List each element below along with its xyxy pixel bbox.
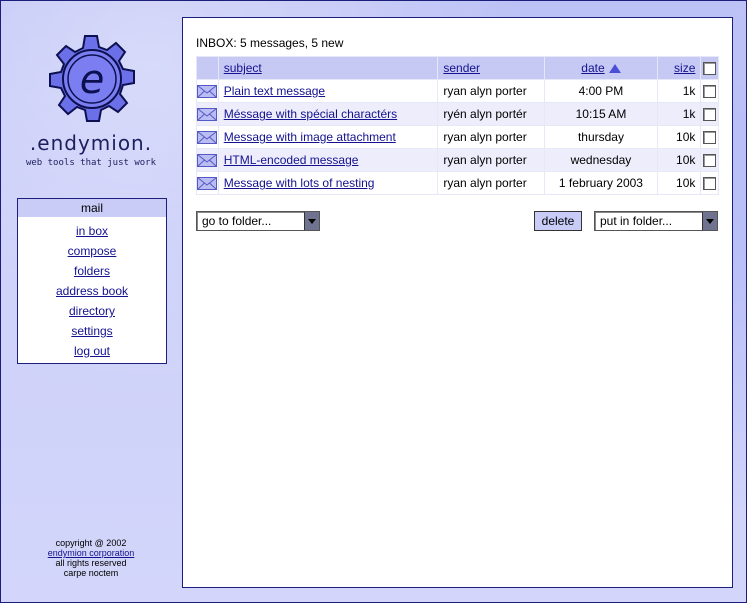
message-size: 10k [657,149,701,171]
message-size: 10k [657,126,701,148]
delete-button[interactable]: delete [534,211,582,231]
message-sender: ryan alyn porter [438,149,545,171]
go-to-folder-select[interactable]: go to folder... [196,211,320,231]
message-sender: ryan alyn porter [438,172,545,194]
sort-by-sender-link[interactable]: sender [443,61,480,75]
brand-name: .endymion. [29,131,153,155]
message-subject-link[interactable]: Méssage with spécial charactérs [224,107,397,121]
table-row[interactable]: Message with image attachment ryan alyn … [197,126,718,148]
message-checkbox[interactable] [703,108,717,122]
message-checkbox[interactable] [703,177,717,191]
inbox-title: INBOX: 5 messages, 5 new [196,36,344,50]
message-subject-link[interactable]: Plain text message [224,84,325,98]
sort-by-subject-link[interactable]: subject [224,61,262,75]
envelope-icon [197,177,218,191]
message-subject-link[interactable]: HTML-encoded message [224,153,359,167]
header-select-all [701,57,718,79]
message-sender: ryan alyn porter [438,80,545,102]
envelope-icon [197,131,218,145]
message-checkbox[interactable] [703,154,717,168]
message-date: 4:00 PM [545,80,657,102]
header-sender: sender [438,57,545,79]
logo-letter: e [80,57,105,103]
message-size: 1k [657,103,701,125]
put-in-folder-select[interactable]: put in folder... [594,211,718,231]
chevron-down-icon[interactable] [304,212,319,230]
select-all-checkbox[interactable] [703,62,717,76]
sort-by-size-link[interactable]: size [674,61,695,75]
mail-nav-panel: mail in box compose folders address book… [17,198,167,364]
header-icon-cell [197,57,218,79]
copyright-text: copyright @ 2002 [55,538,127,548]
app-frame: e .endymion. web tools that just work ma… [0,0,747,603]
put-in-folder-label: put in folder... [600,214,673,228]
header-subject: subject [218,57,438,79]
message-sender: ryén alyn portér [438,103,545,125]
message-size: 1k [657,80,701,102]
message-date: 10:15 AM [545,103,657,125]
sort-ascending-icon[interactable] [608,64,621,73]
message-date: thursday [545,126,657,148]
header-date: date [545,57,657,79]
go-to-folder-label: go to folder... [202,214,272,228]
message-table: subject sender date size Plain text mess… [196,56,719,195]
envelope-icon [197,108,218,122]
table-row[interactable]: HTML-encoded message ryan alyn porter we… [197,149,718,171]
table-header-row: subject sender date size [197,57,718,79]
nav-link-folders[interactable]: folders [74,264,110,278]
message-date: wednesday [545,149,657,171]
copyright-footer: copyright @ 2002 endymion corporation al… [1,538,181,578]
table-row[interactable]: Message with lots of nesting ryan alyn p… [197,172,718,194]
inbox-panel: INBOX: 5 messages, 5 new subject sender … [182,17,733,588]
company-link[interactable]: endymion corporation [48,548,135,558]
nav-link-directory[interactable]: directory [69,304,115,318]
nav-link-log-out[interactable]: log out [74,344,110,358]
chevron-down-icon[interactable] [702,212,717,230]
nav-link-inbox[interactable]: in box [76,224,108,238]
message-subject-link[interactable]: Message with image attachment [224,130,396,144]
message-subject-link[interactable]: Message with lots of nesting [224,176,375,190]
message-sender: ryan alyn porter [438,126,545,148]
table-row[interactable]: Plain text message ryan alyn porter 4:00… [197,80,718,102]
envelope-icon [197,154,218,168]
brand-tagline: web tools that just work [25,158,157,168]
nav-header: mail [18,199,166,217]
table-row[interactable]: Méssage with spécial charactérs ryén aly… [197,103,718,125]
nav-list: in box compose folders address book dire… [18,221,166,361]
motto-text: carpe noctem [63,568,119,578]
message-size: 10k [657,172,701,194]
sort-by-date-link[interactable]: date [581,61,604,75]
message-date: 1 february 2003 [545,172,657,194]
nav-link-settings[interactable]: settings [71,324,112,338]
nav-link-compose[interactable]: compose [68,244,117,258]
endymion-gear-logo[interactable]: e [43,31,139,127]
message-checkbox[interactable] [703,85,717,99]
message-checkbox[interactable] [703,131,717,145]
header-size: size [657,57,701,79]
nav-link-address-book[interactable]: address book [56,284,128,298]
envelope-icon [197,85,218,99]
rights-text: all rights reserved [55,558,127,568]
